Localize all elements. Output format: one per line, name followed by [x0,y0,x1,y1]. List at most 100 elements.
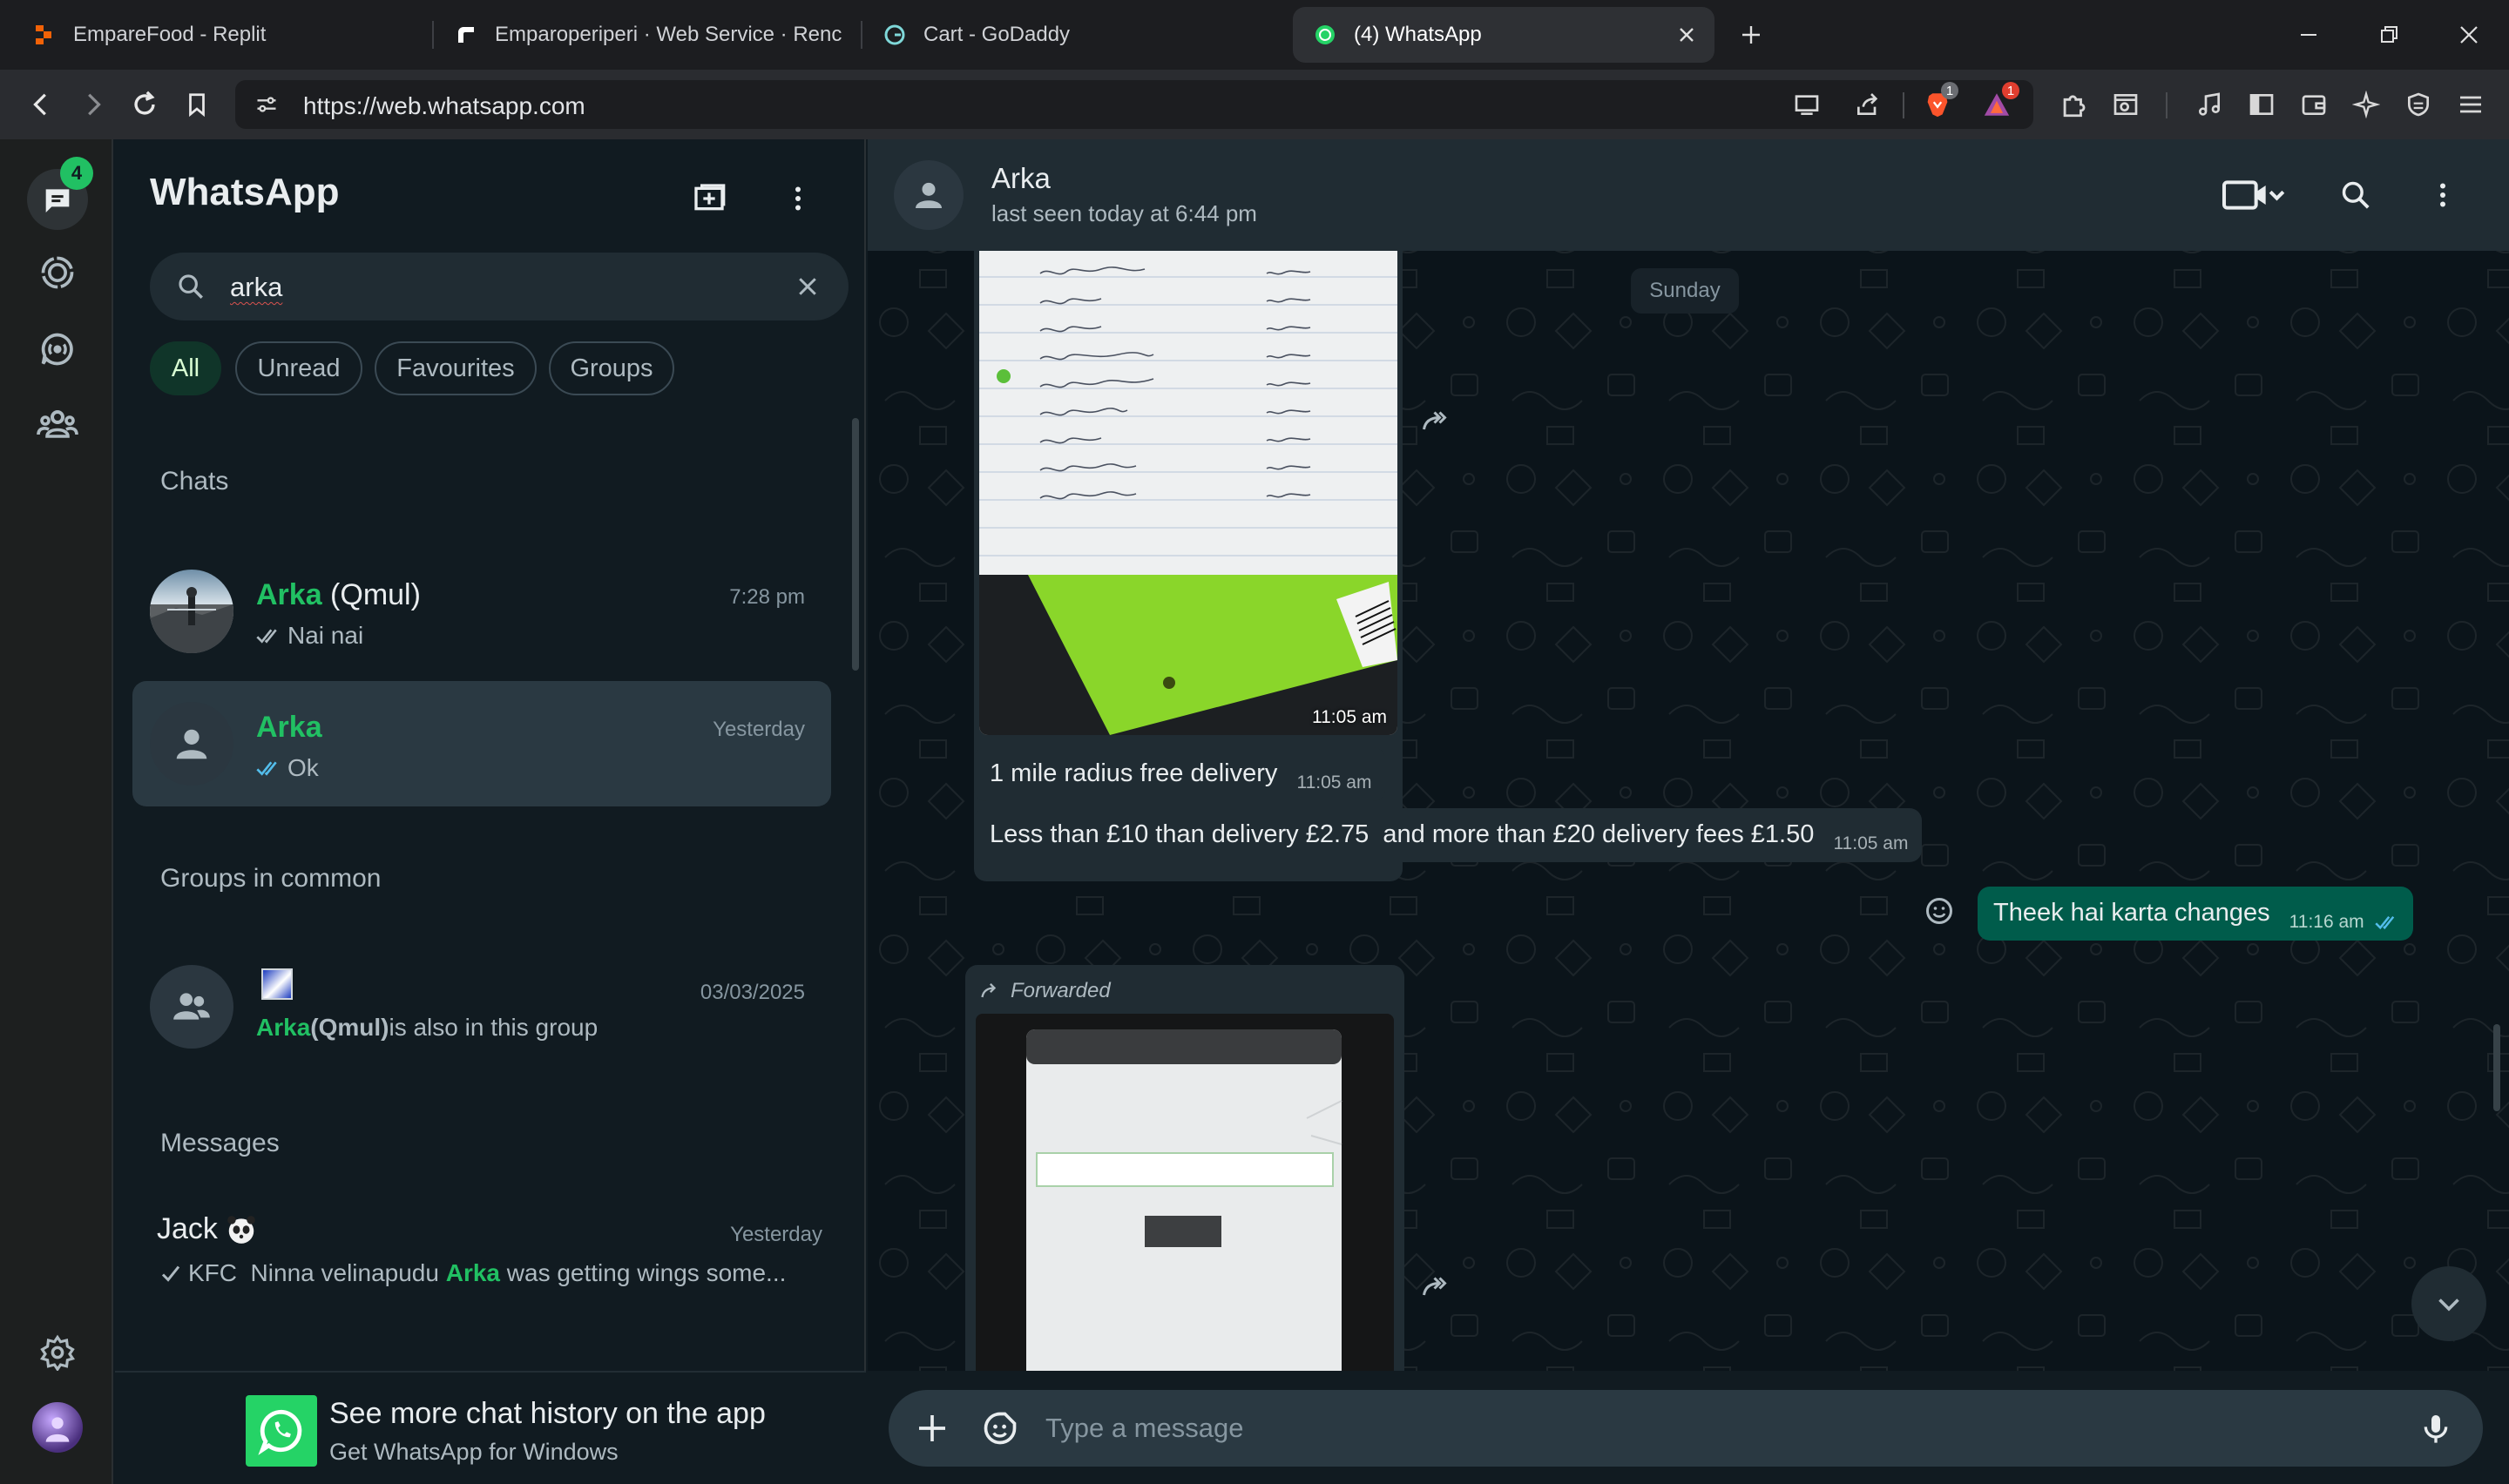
scrollbar-thumb[interactable] [852,418,859,671]
search-box[interactable]: arka [150,253,849,320]
bookmark-icon [189,93,205,118]
postcode-photo[interactable] [976,1014,1394,1379]
get-app-banner[interactable]: See more chat history on the app Get Wha… [115,1371,866,1484]
minimize-button[interactable] [2291,17,2326,52]
media-button[interactable] [2190,85,2228,124]
video-call-button[interactable] [2209,171,2296,219]
address-bar[interactable]: https://web.whatsapp.com 1 1 [235,80,2033,129]
tab-replit[interactable]: EmpareFood - Replit [28,7,411,63]
status-nav-button[interactable] [30,246,85,300]
render-icon [458,27,474,43]
snippet-pre: KFC Ninna velinapudu [188,1259,446,1286]
message-bubble[interactable]: 1 mile radius free delivery 11:05 am [974,747,1386,801]
tab-divider [861,21,862,49]
compose-box[interactable]: Type a message [889,1390,2483,1467]
scroll-to-bottom-button[interactable] [2411,1266,2486,1341]
forward-arrow-icon [1423,411,1447,430]
site-settings-icon[interactable] [254,92,279,117]
microphone-icon[interactable] [2418,1411,2453,1446]
attach-plus-icon[interactable] [915,1411,950,1446]
default-person-icon [916,182,942,208]
new-chat-button[interactable] [686,176,732,221]
restore-icon [2381,26,2397,43]
leo-ai-button[interactable] [2347,85,2385,124]
handwritten-menu-image [979,251,1397,735]
brave-rewards-button[interactable]: 1 [1978,82,2019,124]
shield-icon [2408,92,2429,117]
message-input[interactable]: Type a message [1045,1413,1243,1444]
forward-button[interactable] [1413,1265,1458,1310]
toolbar-divider [1903,92,1904,118]
wallet-icon [2302,95,2326,115]
unread-badge: 4 [60,157,93,190]
back-button[interactable] [23,85,61,124]
promo-subtitle: Get WhatsApp for Windows [329,1439,619,1465]
chat-name: Arka (Qmul) [256,578,421,612]
browser-menu-button[interactable] [2452,85,2490,124]
outgoing-message-bubble[interactable]: Theek hai karta changes 11:16 am [1978,887,2413,941]
new-tab-button[interactable] [1734,17,1768,52]
date-chip: Sunday [1631,268,1739,314]
reload-icon [134,91,155,115]
bookmark-button[interactable] [178,85,216,124]
chat-name-match: Arka [256,711,322,744]
close-icon [2460,26,2478,44]
chat-row[interactable]: Arka (Qmul) 7:28 pm Nai nai [132,549,831,674]
sidebar-menu-button[interactable] [775,176,821,221]
tab-godaddy[interactable]: Cart - GoDaddy [883,7,1267,63]
profile-avatar-button[interactable] [32,1402,83,1453]
extensions-button[interactable] [2054,85,2093,124]
restore-button[interactable] [2371,17,2406,52]
whatsapp-logo-icon [246,1395,317,1467]
chat-preview: Nai nai [256,622,363,650]
share-icon [1857,93,1878,115]
message-bubble[interactable]: Less than £10 than delivery £2.75 and mo… [974,808,1923,862]
forwarded-image-message[interactable]: Forwarded [965,965,1404,1379]
filter-favourites[interactable]: Favourites [375,341,537,395]
close-window-button[interactable] [2452,17,2486,52]
search-input[interactable]: arka [230,272,282,303]
chat-menu-button[interactable] [2420,172,2465,218]
search-chat-button[interactable] [2333,172,2378,218]
clear-search-icon[interactable] [795,273,821,300]
share-button[interactable] [1849,85,1887,124]
reload-button[interactable] [125,85,164,124]
chat-scrollbar[interactable] [2493,1024,2500,1111]
contact-name[interactable]: Arka [991,162,1051,195]
double-check-icon [256,629,277,644]
settings-nav-button[interactable] [30,1325,85,1379]
contact-avatar[interactable] [894,160,964,230]
message-result-row[interactable]: Jack Yesterday KFC Ninna velinapudu Arka… [115,1212,849,1338]
forward-button[interactable] [1413,399,1458,444]
chat-row-selected[interactable]: Arka Yesterday Ok [132,681,831,806]
sidebar-toggle-button[interactable] [2242,85,2281,124]
contact-status: last seen today at 6:44 pm [991,200,1257,226]
groups-heading: Groups in common [160,864,382,893]
wallet-button[interactable] [2295,85,2333,124]
tab-title: (4) WhatsApp [1354,23,1482,46]
snippet-match: Arka [445,1259,500,1286]
channels-nav-button[interactable] [30,322,85,376]
tab-search-button[interactable] [2107,85,2145,124]
chat-header: Arka last seen today at 6:44 pm [868,139,2509,251]
filter-all[interactable]: All [150,341,221,395]
forward-button[interactable] [73,85,112,124]
communities-nav-button[interactable] [30,397,85,451]
tab-render[interactable]: Emparoperiperi · Web Service · Renc [455,7,843,63]
filter-unread[interactable]: Unread [235,341,362,395]
message-time: 11:05 am [1833,833,1909,853]
sticker-emoji-icon[interactable] [981,1409,1019,1447]
brave-shields-button[interactable]: 1 [1918,82,1958,124]
tab-whatsapp[interactable]: (4) WhatsApp [1293,7,1714,63]
forwarded-text: Forwarded [1011,979,1111,1002]
group-icon [173,993,210,1020]
close-tab-icon[interactable] [1678,26,1695,44]
avatar [45,1417,70,1442]
menu-photo[interactable]: 11:05 am [979,251,1397,735]
cast-button[interactable] [1788,85,1826,124]
filter-groups[interactable]: Groups [549,341,674,395]
chats-nav-button[interactable]: 4 [27,157,93,230]
react-button[interactable] [1918,890,1960,932]
group-row[interactable]: 03/03/2025 Arka (Qmul) is also in this g… [132,944,831,1069]
vpn-button[interactable] [2399,85,2438,124]
